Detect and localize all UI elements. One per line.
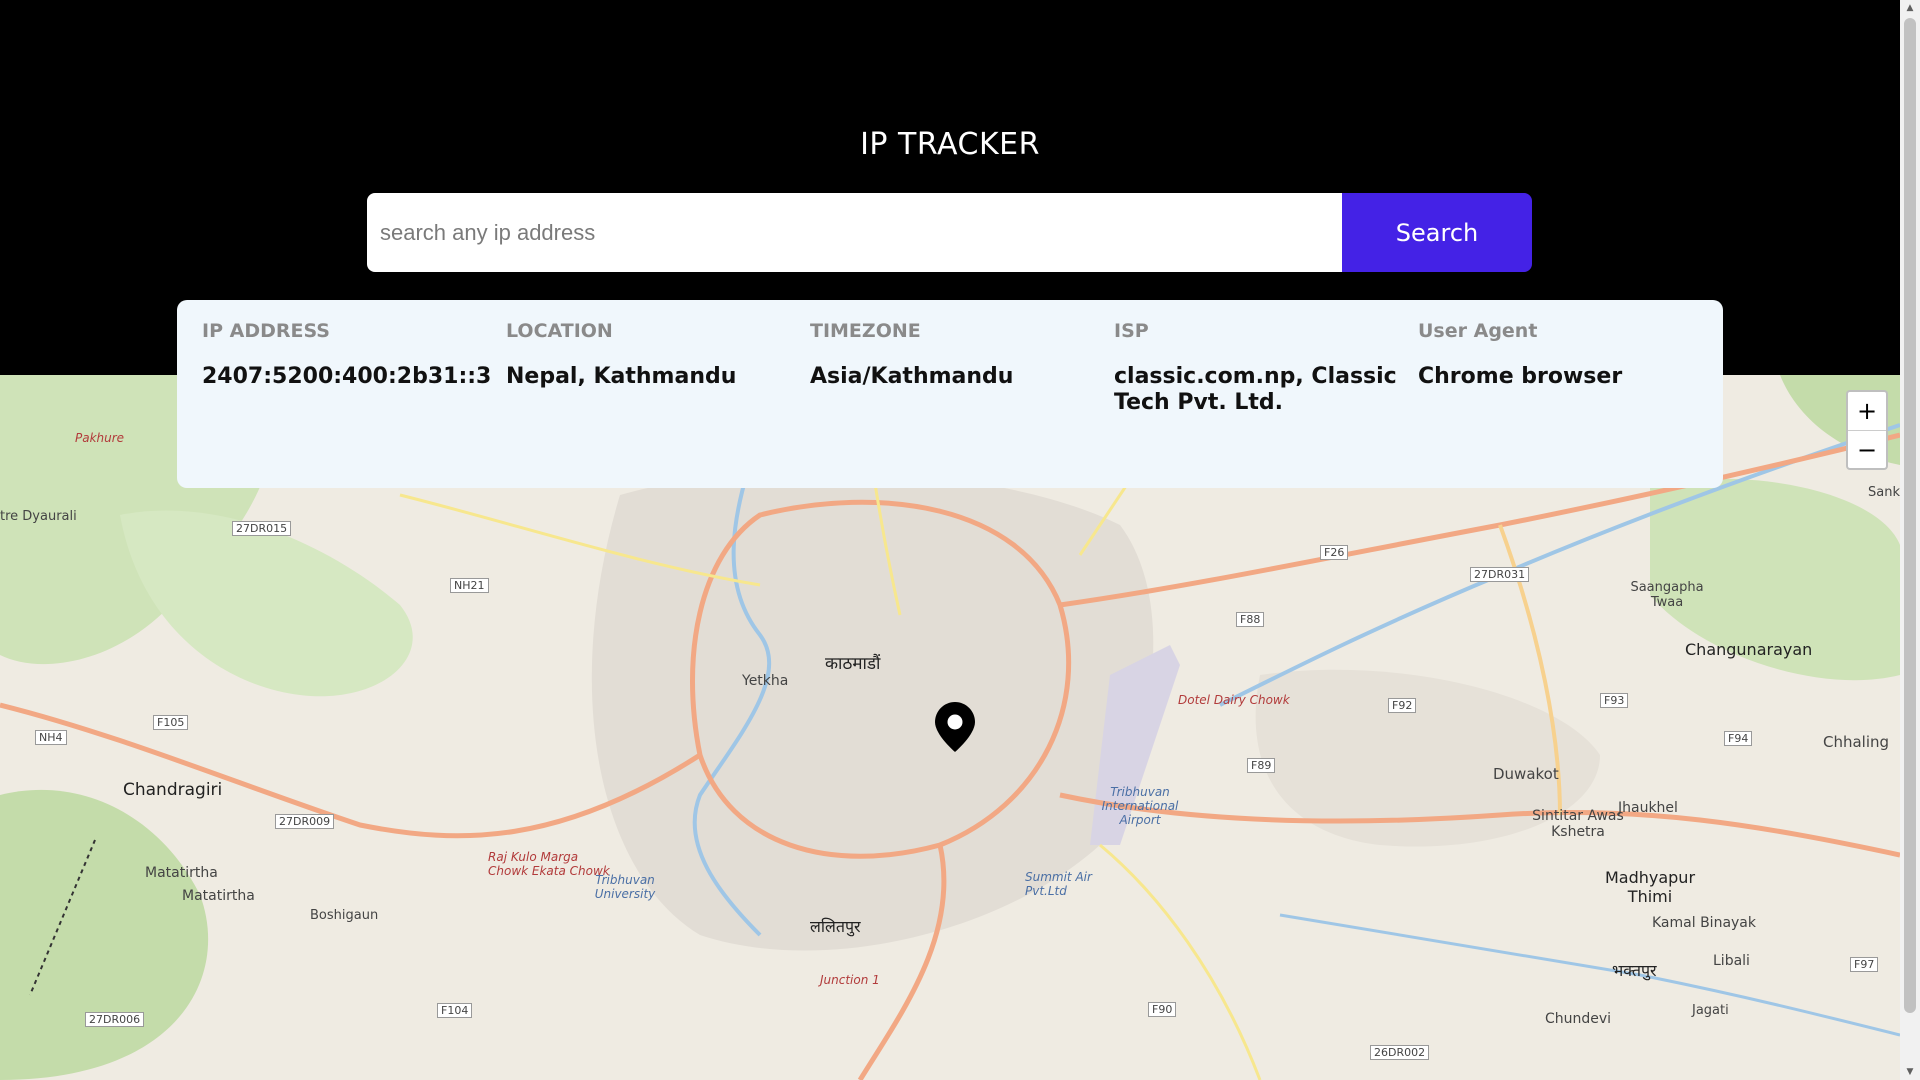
road [1099, 843, 1262, 1080]
map-label-duwakot: Duwakot [1493, 765, 1559, 783]
timezone-label: TIMEZONE [810, 320, 921, 342]
road-label: 26DR002 [1370, 1045, 1430, 1060]
info-card: IP ADDRESS 2407:5200:400:2b31::3 LOCATIO… [177, 300, 1723, 488]
road-label: F104 [437, 1003, 473, 1018]
road-label: 27DR031 [1470, 567, 1530, 582]
map-label-pakhure: Pakhure [75, 431, 125, 445]
zoom-in-button[interactable]: + [1848, 392, 1886, 431]
map-label-rajkulo: Raj Kulo Marga Chowk Ekata Chowk [488, 850, 610, 878]
map-label-summit: Summit Air Pvt.Ltd [1025, 870, 1092, 898]
map-label-chandragiri: Chandragiri [123, 780, 223, 800]
scrollbar-thumb[interactable] [1904, 18, 1916, 1013]
road-label: F26 [1320, 545, 1349, 560]
map-label-matatirtha-2: Matatirtha [182, 888, 255, 904]
map-label-jagati: Jagati [1692, 1003, 1729, 1018]
user-agent-value: Chrome browser [1418, 364, 1623, 389]
road-label: F97 [1850, 957, 1879, 972]
location-section: LOCATION Nepal, Kathmandu [506, 320, 796, 390]
search-input[interactable] [367, 193, 1342, 272]
road-label: F88 [1236, 612, 1265, 627]
map-label-dotel: Dotel Dairy Chowk [1178, 693, 1290, 707]
map-label-lalitpur: ललितपुर [810, 917, 861, 936]
map-label-madhyapur: Madhyapur Thimi [1604, 868, 1696, 906]
road-label: F92 [1388, 698, 1417, 713]
map-label-bhaktapur: भक्तपुर [1612, 961, 1657, 980]
map-label-kamal-binayak: Kamal Binayak [1652, 915, 1756, 931]
road-label: NH21 [450, 578, 489, 593]
ip-address-section: IP ADDRESS 2407:5200:400:2b31::3 [202, 320, 492, 390]
road-label: 27DR006 [85, 1012, 145, 1027]
road-label: 27DR009 [275, 814, 335, 829]
map-label-changunarayan: Changunarayan [1685, 640, 1813, 659]
isp-section: ISP classic.com.np, Classic Tech Pvt. Lt… [1114, 320, 1404, 416]
map-label-libali: Libali [1713, 953, 1750, 969]
scroll-down-arrow-icon[interactable]: ▼ [1900, 1064, 1920, 1080]
ip-address-label: IP ADDRESS [202, 320, 330, 342]
map-label-yetkha: Yetkha [742, 673, 789, 689]
scroll-up-arrow-icon[interactable]: ▲ [1900, 0, 1920, 16]
isp-value: classic.com.np, Classic Tech Pvt. Ltd. [1114, 364, 1397, 415]
zoom-control: + − [1846, 390, 1888, 470]
map-label-chhaling: Chhaling [1823, 733, 1890, 751]
location-value: Nepal, Kathmandu [506, 364, 737, 389]
search-button[interactable]: Search [1342, 193, 1532, 272]
location-label: LOCATION [506, 320, 613, 342]
road-label: F89 [1247, 758, 1276, 773]
forest-area [120, 510, 413, 697]
location-pin-icon[interactable] [935, 702, 975, 757]
map-label-sangapha: Saangapha Twaa [1630, 580, 1704, 610]
map-label-kathmandu: काठमाडौं [825, 654, 881, 674]
timezone-value: Asia/Kathmandu [810, 364, 1014, 389]
page-title: IP TRACKER [860, 127, 1040, 162]
map-label-matatirtha-1: Matatirtha [145, 865, 218, 881]
map-label-boshigaun: Boshigaun [310, 908, 379, 923]
map-label-tribhuvan-airport: Tribhuvan International Airport [1101, 785, 1179, 827]
road-label: NH4 [35, 730, 67, 745]
user-agent-label: User Agent [1418, 320, 1538, 342]
search-form: Search [367, 193, 1532, 272]
map-label-dyaurali: tre Dyaurali [0, 509, 77, 524]
road-label: F90 [1148, 1002, 1177, 1017]
road-label: F93 [1600, 693, 1629, 708]
map-label-sanka: Sank [1868, 485, 1900, 500]
vertical-scrollbar[interactable]: ▲ ▼ [1900, 0, 1920, 1080]
forest-area [0, 789, 209, 1080]
isp-label: ISP [1114, 320, 1149, 342]
road-label: F94 [1724, 731, 1753, 746]
zoom-out-button[interactable]: − [1848, 431, 1886, 469]
user-agent-section: User Agent Chrome browser [1418, 320, 1708, 390]
ip-address-value: 2407:5200:400:2b31::3 [202, 364, 492, 389]
map-label-junction: Junction 1 [820, 973, 880, 987]
road-label: F105 [153, 715, 189, 730]
map-label-chundevi: Chundevi [1545, 1011, 1612, 1027]
timezone-section: TIMEZONE Asia/Kathmandu [810, 320, 1100, 390]
map-label-sintitar: Sintitar Awas Kshetra [1532, 808, 1624, 840]
road-label: 27DR015 [232, 521, 292, 536]
